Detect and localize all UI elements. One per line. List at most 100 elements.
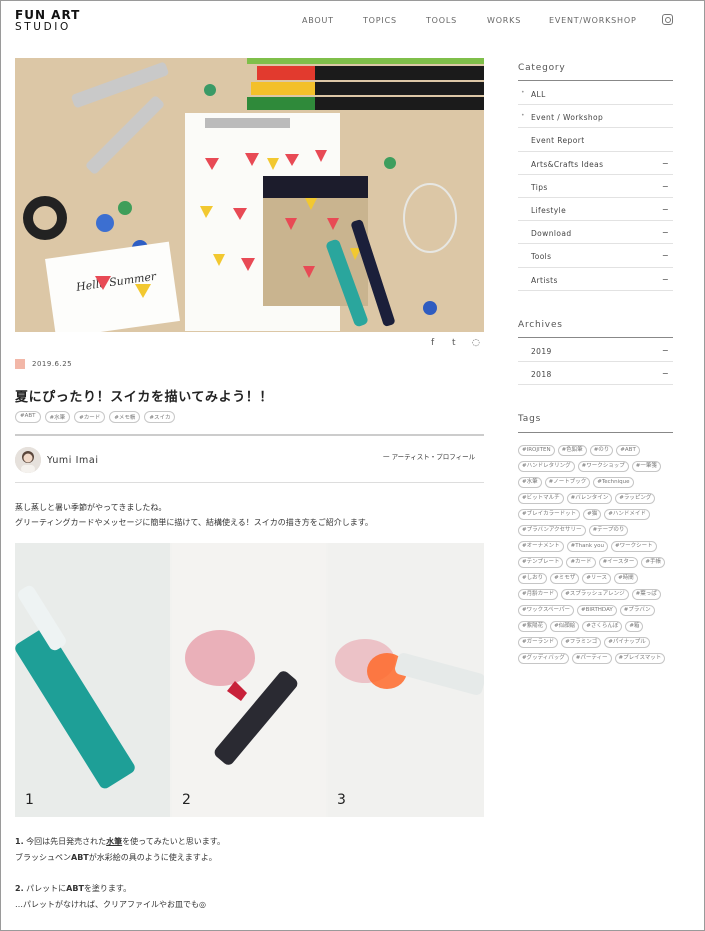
- line-icon[interactable]: ◌: [472, 338, 480, 348]
- post-tag[interactable]: #カード: [74, 411, 106, 423]
- tag-link[interactable]: #オーナメント: [518, 541, 564, 552]
- water-brush-link[interactable]: 水筆: [106, 837, 122, 846]
- artist-profile-link[interactable]: 一 アーティスト・プロフィール: [383, 451, 475, 461]
- text-line: …パレットがなければ、クリアファイルやお皿でも◎: [15, 900, 206, 909]
- expand-icon[interactable]: −: [662, 159, 669, 168]
- step-label: 2.: [15, 884, 24, 893]
- tag-link[interactable]: #しおり: [518, 573, 548, 584]
- post-date: 2019.6.25: [32, 360, 73, 368]
- tag-link[interactable]: #ワックスペーパー: [518, 605, 575, 616]
- tag-link[interactable]: #さくらんぼ: [582, 621, 623, 632]
- tag-link[interactable]: #水筆: [518, 477, 542, 488]
- tag-link[interactable]: #手帳: [641, 557, 666, 568]
- post-tag[interactable]: #メモ帳: [109, 411, 141, 423]
- category-item[interactable]: Download −: [518, 221, 673, 245]
- tag-link[interactable]: #バレンタイン: [566, 493, 613, 504]
- tag-link[interactable]: #ワークショップ: [577, 461, 629, 472]
- tag-link[interactable]: #紫陽花: [518, 621, 548, 632]
- tag-link[interactable]: #ABT: [616, 445, 640, 456]
- expand-icon[interactable]: −: [662, 182, 669, 191]
- tag-link[interactable]: #箱: [625, 621, 644, 632]
- tag-link[interactable]: #イースター: [598, 557, 639, 568]
- instagram-icon[interactable]: [662, 14, 673, 25]
- tag-link[interactable]: #ハンドメイド: [604, 509, 650, 520]
- tag-link[interactable]: #パイナップル: [604, 637, 650, 648]
- category-label: Event / Workshop: [531, 113, 604, 123]
- hero-illustration: Hello Summer: [15, 58, 484, 332]
- author-name: Yumi Imai: [47, 455, 99, 466]
- tag-link[interactable]: #月齢カード: [518, 589, 559, 600]
- tag-link[interactable]: #ビットマルチ: [518, 493, 564, 504]
- category-item[interactable]: Tips −: [518, 175, 673, 198]
- site-logo[interactable]: FUN ART STUDIO: [15, 9, 80, 33]
- tag-link[interactable]: #猫: [583, 509, 602, 520]
- tag-link[interactable]: #プラバン: [619, 605, 655, 616]
- category-color-marker: [15, 359, 25, 369]
- intro-line: 蒸し蒸しと暑い季節がやってきましたね。: [15, 503, 167, 512]
- tag-link[interactable]: #葉っぱ: [631, 589, 661, 600]
- post-tag[interactable]: #スイカ: [144, 411, 176, 423]
- tag-link[interactable]: #BIRTHDAY: [577, 605, 617, 616]
- tag-link[interactable]: #Technique: [593, 477, 634, 488]
- nav-tools[interactable]: TOOLS: [426, 16, 457, 25]
- nav-event-workshop[interactable]: EVENT/WORKSHOP: [549, 16, 637, 25]
- tag-link[interactable]: #一筆箋: [631, 461, 661, 472]
- tag-link[interactable]: #ワークシート: [610, 541, 657, 552]
- tag-link[interactable]: #ラッピング: [615, 493, 656, 504]
- tag-link[interactable]: #ノートブック: [544, 477, 591, 488]
- expand-icon[interactable]: −: [662, 228, 669, 237]
- tag-link[interactable]: #プレイスマット: [614, 653, 666, 664]
- intro-line: グリーティングカードやメッセージに簡単に描けて、結構使える！スイカの描き方をご紹…: [15, 518, 373, 527]
- tag-link[interactable]: #スプラッシュアレンジ: [561, 589, 629, 600]
- category-label: Tools: [531, 252, 552, 262]
- expand-icon[interactable]: −: [662, 346, 669, 355]
- expand-icon[interactable]: −: [662, 205, 669, 214]
- text-span: ブラッシュペン: [15, 853, 71, 862]
- nav-topics[interactable]: TOPICS: [363, 16, 397, 25]
- facebook-icon[interactable]: f: [431, 338, 434, 348]
- expand-icon[interactable]: −: [662, 275, 669, 284]
- archive-item[interactable]: 2018 −: [518, 362, 673, 386]
- tag-link[interactable]: #パーティー: [571, 653, 612, 664]
- expand-icon[interactable]: −: [662, 251, 669, 260]
- tag-link[interactable]: #リース: [582, 573, 612, 584]
- tag-link[interactable]: #ハンドレタリング: [518, 461, 575, 472]
- tag-link[interactable]: #色鉛筆: [557, 445, 587, 456]
- post-tag[interactable]: #ABT: [15, 411, 41, 423]
- logo-line1: FUN ART: [15, 8, 81, 22]
- abt-label: ABT: [66, 884, 84, 893]
- tag-link[interactable]: #時間: [614, 573, 638, 584]
- tag-link[interactable]: #ミモザ: [550, 573, 580, 584]
- category-item[interactable]: Tools −: [518, 244, 673, 268]
- tag-link[interactable]: #グッディバッグ: [518, 653, 569, 664]
- post-tag[interactable]: #水筆: [44, 411, 71, 423]
- tag-link[interactable]: #のり: [589, 445, 614, 456]
- tag-link[interactable]: #テープのり: [588, 525, 629, 536]
- bullet: •: [521, 112, 525, 120]
- category-label: Tips: [531, 182, 548, 192]
- nav-about[interactable]: ABOUT: [302, 16, 334, 25]
- tag-link[interactable]: #Thank you: [566, 541, 608, 552]
- tag-link[interactable]: #テンプレート: [518, 557, 564, 568]
- tag-link[interactable]: #フラミンゴ: [561, 637, 602, 648]
- avatar: [15, 447, 41, 473]
- tag-link[interactable]: #プラバンアクセサリー: [518, 525, 586, 536]
- category-item[interactable]: Lifestyle −: [518, 198, 673, 222]
- divider: [15, 434, 484, 436]
- expand-icon[interactable]: −: [662, 369, 669, 378]
- archive-item[interactable]: 2019 −: [518, 339, 673, 363]
- nav-works[interactable]: WORKS: [487, 16, 521, 25]
- category-item[interactable]: Event Report: [518, 128, 673, 152]
- category-item[interactable]: • Event / Workshop: [518, 105, 673, 129]
- category-item[interactable]: Artists −: [518, 268, 673, 291]
- tag-link[interactable]: #IROJITEN: [518, 445, 555, 456]
- category-item[interactable]: Arts&Crafts Ideas −: [518, 152, 673, 175]
- tag-link[interactable]: #ガーランド: [518, 637, 559, 648]
- steps-image: 1 2 3: [15, 543, 485, 817]
- category-item[interactable]: • ALL: [518, 82, 673, 106]
- tag-link[interactable]: #ブレイカラードット: [518, 509, 581, 520]
- tag-link[interactable]: #カード: [566, 557, 596, 568]
- post-intro: 蒸し蒸しと暑い季節がやってきましたね。 グリーティングカードやメッセージに簡単に…: [15, 500, 373, 530]
- tag-link[interactable]: #似顔絵: [550, 621, 580, 632]
- twitter-icon[interactable]: t: [452, 338, 456, 348]
